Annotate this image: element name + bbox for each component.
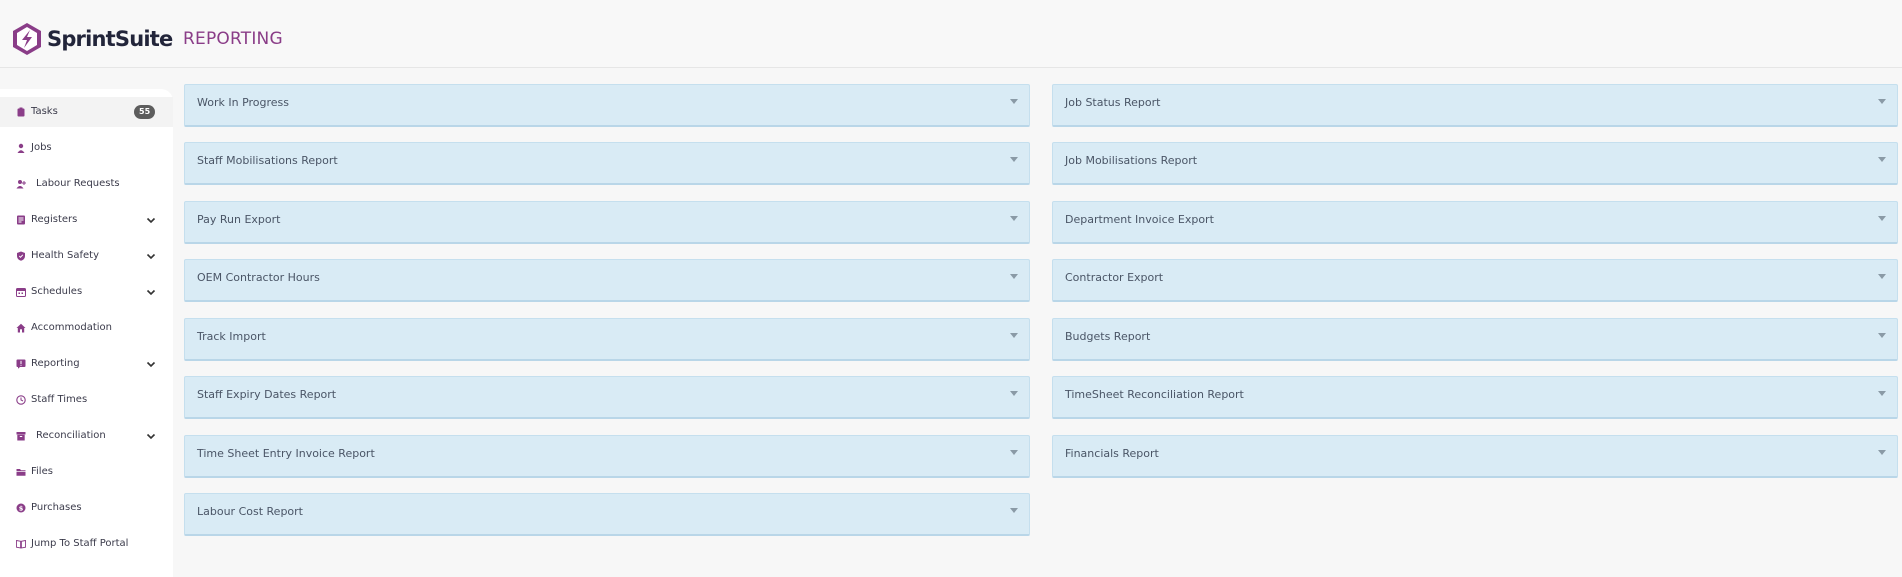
report-panel-time-sheet-entry-invoice[interactable]: Time Sheet Entry Invoice Report <box>184 435 1030 478</box>
brand-name: SprintSuite <box>47 27 173 51</box>
caret-down-icon <box>1878 333 1886 338</box>
report-panel-label: OEM Contractor Hours <box>197 271 320 284</box>
sidebar-item-label: Files <box>31 466 53 477</box>
caret-down-icon <box>1878 391 1886 396</box>
report-panel-contractor-export[interactable]: Contractor Export <box>1052 259 1898 302</box>
sidebar-item-label: Reconciliation <box>36 430 106 441</box>
caret-down-icon <box>1010 450 1018 455</box>
report-alert-icon <box>16 359 26 369</box>
sidebar-item-label: Jump To Staff Portal <box>31 538 129 549</box>
report-panel-label: Staff Expiry Dates Report <box>197 388 337 401</box>
sidebar-item-label: Schedules <box>31 286 83 297</box>
caret-down-icon <box>1878 157 1886 162</box>
caret-down-icon <box>1878 99 1886 104</box>
sidebar: Tasks 55 Jobs Labour Requests Registers … <box>0 89 173 577</box>
report-panel-label: Work In Progress <box>197 96 290 109</box>
calendar-icon <box>16 288 26 297</box>
brand-logo[interactable]: SprintSuite <box>11 22 173 56</box>
report-panel-label: Budgets Report <box>1065 330 1151 343</box>
chevron-down-icon[interactable] <box>146 359 156 369</box>
report-panel-label: Financials Report <box>1065 447 1159 460</box>
report-panel-department-invoice-export[interactable]: Department Invoice Export <box>1052 201 1898 244</box>
sprintsuite-logo-icon <box>13 23 41 55</box>
report-panel-timesheet-reconciliation[interactable]: TimeSheet Reconciliation Report <box>1052 376 1898 419</box>
sidebar-item-label: Tasks <box>31 106 58 117</box>
caret-down-icon <box>1010 508 1018 513</box>
report-panel-financials[interactable]: Financials Report <box>1052 435 1898 478</box>
caret-down-icon <box>1010 333 1018 338</box>
top-bar: SprintSuite REPORTING <box>0 0 1902 68</box>
caret-down-icon <box>1010 391 1018 396</box>
chevron-down-icon[interactable] <box>146 431 156 441</box>
sidebar-item-staff-times[interactable]: Staff Times <box>0 385 173 415</box>
sidebar-item-jump-to-staff-portal[interactable]: Jump To Staff Portal <box>0 529 173 559</box>
shield-icon <box>17 251 25 261</box>
report-panel-oem-contractor-hours[interactable]: OEM Contractor Hours <box>184 259 1030 302</box>
report-panel-job-status[interactable]: Job Status Report <box>1052 84 1898 127</box>
sidebar-item-purchases[interactable]: $ Purchases <box>0 493 173 523</box>
report-panel-staff-mobilisations[interactable]: Staff Mobilisations Report <box>184 142 1030 185</box>
caret-down-icon <box>1878 216 1886 221</box>
sidebar-item-accommodation[interactable]: Accommodation <box>0 313 173 343</box>
sidebar-item-label: Health Safety <box>31 250 100 261</box>
chevron-down-icon[interactable] <box>146 251 156 261</box>
sidebar-item-jobs[interactable]: Jobs <box>0 133 173 163</box>
sidebar-item-label: Labour Requests <box>36 178 120 189</box>
sidebar-item-health-safety[interactable]: Health Safety <box>0 241 173 271</box>
caret-down-icon <box>1010 274 1018 279</box>
sidebar-item-labour-requests[interactable]: Labour Requests <box>0 169 173 199</box>
svg-text:$: $ <box>19 504 24 512</box>
chevron-down-icon[interactable] <box>146 287 156 297</box>
archive-icon <box>16 432 26 441</box>
sidebar-item-label: Purchases <box>31 502 82 513</box>
report-panel-label: Time Sheet Entry Invoice Report <box>197 447 375 460</box>
sidebar-item-tasks[interactable]: Tasks 55 <box>0 97 173 127</box>
dollar-icon: $ <box>16 503 26 513</box>
chevron-down-icon[interactable] <box>146 215 156 225</box>
report-panel-label: Job Mobilisations Report <box>1065 154 1198 167</box>
report-panel-label: Contractor Export <box>1065 271 1164 284</box>
report-panel-label: Pay Run Export <box>197 213 281 226</box>
register-icon <box>17 215 25 225</box>
report-panel-work-in-progress[interactable]: Work In Progress <box>184 84 1030 127</box>
report-panel-staff-expiry-dates[interactable]: Staff Expiry Dates Report <box>184 376 1030 419</box>
report-panel-pay-run-export[interactable]: Pay Run Export <box>184 201 1030 244</box>
clock-icon <box>16 395 26 405</box>
caret-down-icon <box>1010 216 1018 221</box>
caret-down-icon <box>1878 274 1886 279</box>
sidebar-item-reconciliation[interactable]: Reconciliation <box>0 421 173 451</box>
report-panel-job-mobilisations[interactable]: Job Mobilisations Report <box>1052 142 1898 185</box>
caret-down-icon <box>1878 450 1886 455</box>
folder-icon <box>16 469 26 476</box>
user-plus-icon <box>16 180 26 189</box>
report-panel-track-import[interactable]: Track Import <box>184 318 1030 361</box>
sidebar-item-label: Jobs <box>31 142 52 153</box>
page-title: REPORTING <box>183 29 283 49</box>
report-panel-label: Job Status Report <box>1065 96 1161 109</box>
sidebar-item-label: Registers <box>31 214 78 225</box>
home-icon <box>16 323 26 333</box>
report-panel-label: Staff Mobilisations Report <box>197 154 338 167</box>
person-icon <box>17 143 25 153</box>
book-icon <box>16 539 26 549</box>
sidebar-item-files[interactable]: Files <box>0 457 173 487</box>
report-panel-label: TimeSheet Reconciliation Report <box>1065 388 1244 401</box>
clipboard-icon <box>17 107 25 117</box>
report-panel-label: Labour Cost Report <box>197 505 303 518</box>
report-panel-label: Track Import <box>197 330 266 343</box>
report-panel-label: Department Invoice Export <box>1065 213 1214 226</box>
tasks-count-badge: 55 <box>134 105 156 119</box>
sidebar-item-reporting[interactable]: Reporting <box>0 349 173 379</box>
caret-down-icon <box>1010 157 1018 162</box>
report-panel-labour-cost[interactable]: Labour Cost Report <box>184 493 1030 536</box>
sidebar-item-label: Accommodation <box>31 322 113 333</box>
report-panel-budgets[interactable]: Budgets Report <box>1052 318 1898 361</box>
sidebar-item-label: Staff Times <box>31 394 88 405</box>
caret-down-icon <box>1010 99 1018 104</box>
sidebar-item-label: Reporting <box>31 358 80 369</box>
sidebar-item-schedules[interactable]: Schedules <box>0 277 173 307</box>
sidebar-item-registers[interactable]: Registers <box>0 205 173 235</box>
